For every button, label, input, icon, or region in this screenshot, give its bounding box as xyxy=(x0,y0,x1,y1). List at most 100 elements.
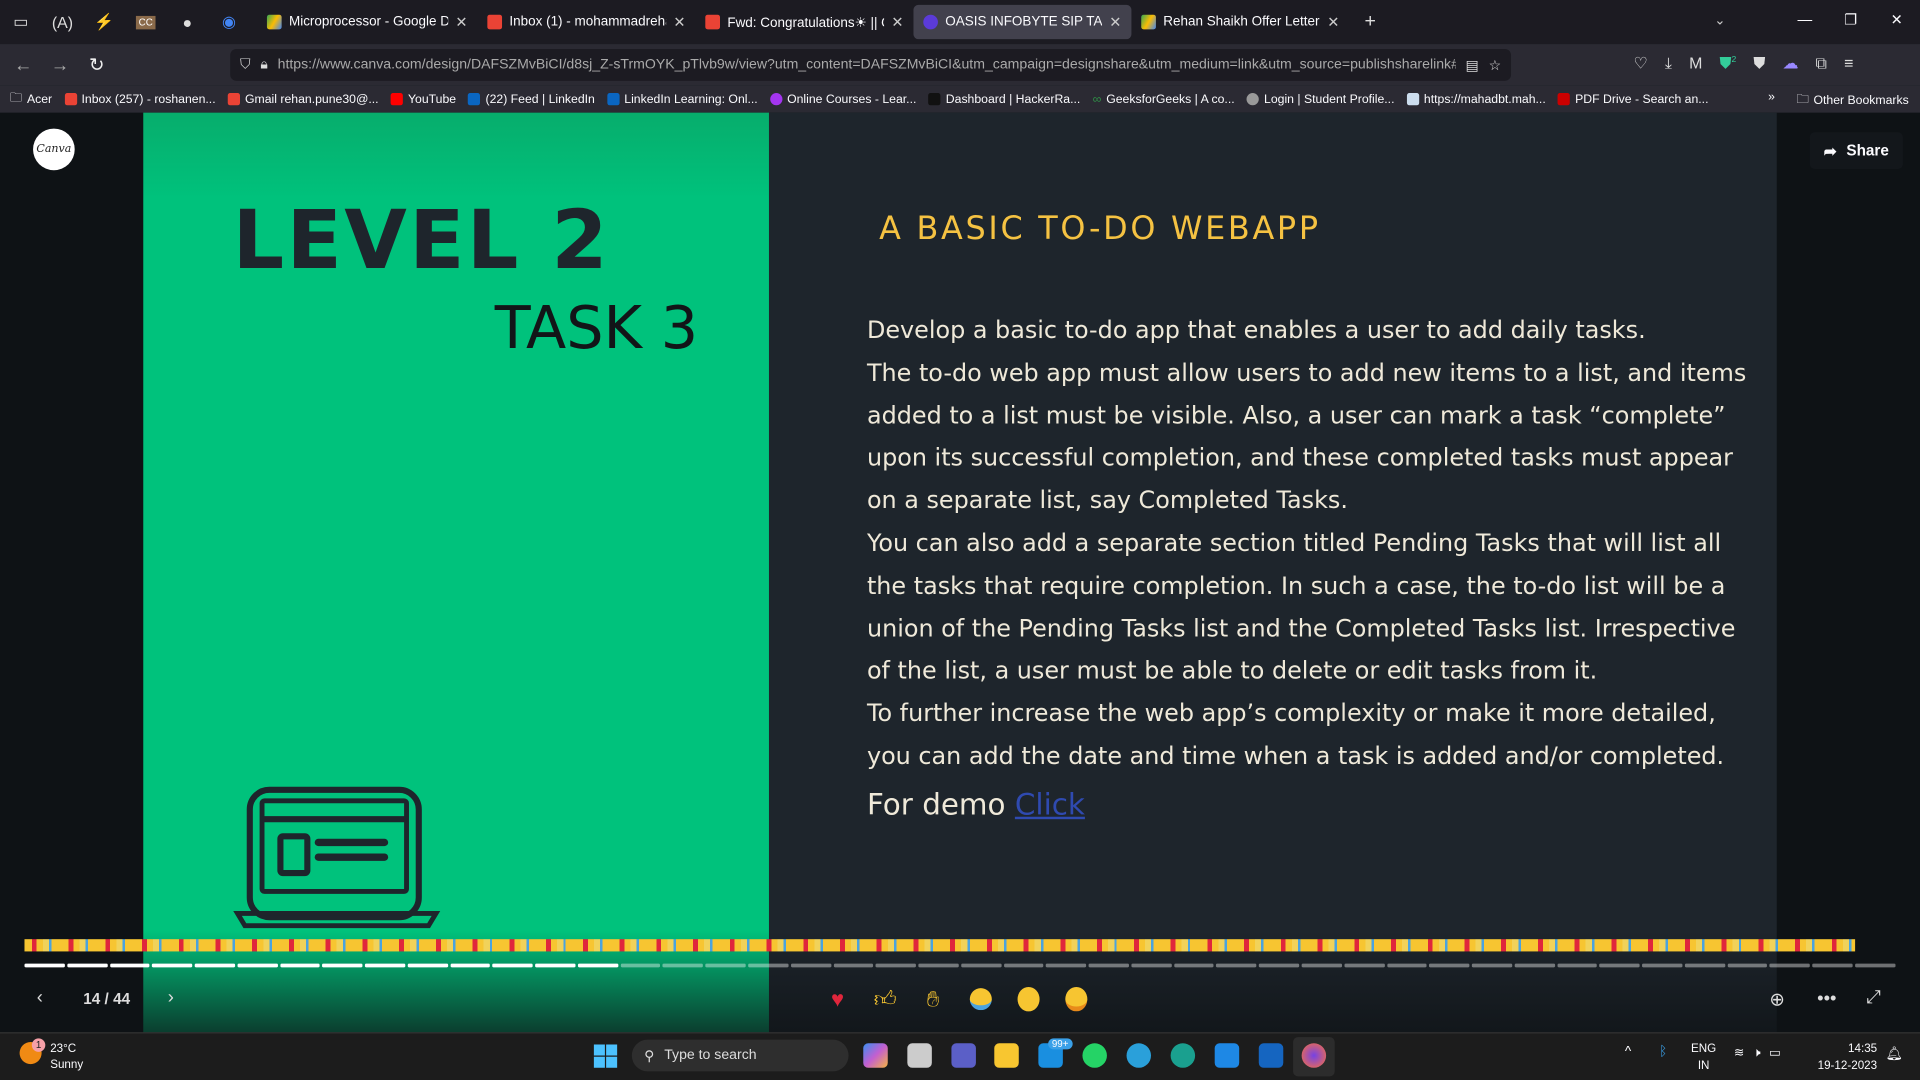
progress-segment[interactable] xyxy=(875,963,917,968)
progress-segment[interactable] xyxy=(492,963,533,968)
download-icon[interactable]: ⤓ xyxy=(1665,54,1672,74)
heart-reaction-icon[interactable]: ♥ xyxy=(823,983,852,1015)
tab-oasis[interactable]: OASIS INFOBYTE SIP TASK LIST✕ xyxy=(913,4,1132,40)
canva-logo[interactable]: Canva xyxy=(33,128,75,171)
progress-segment[interactable] xyxy=(620,963,661,968)
pinned-tab-cc[interactable]: CC xyxy=(125,0,167,44)
close-icon[interactable]: ✕ xyxy=(455,13,467,30)
bookmark-item[interactable]: Login | Student Profile... xyxy=(1246,92,1395,106)
reader-view-icon[interactable]: ▤ xyxy=(1465,56,1478,74)
progress-segment[interactable] xyxy=(1514,963,1555,968)
pinned-tab-2[interactable]: ⚡ xyxy=(83,0,125,44)
close-icon[interactable]: ✕ xyxy=(891,13,903,30)
pocket-icon[interactable]: ♡ xyxy=(1633,54,1647,74)
system-tray[interactable]: ≋ 🕨︎ ▭ xyxy=(1734,1047,1781,1060)
extension-ai-icon[interactable]: ☁ xyxy=(1782,54,1798,74)
task-view-icon[interactable] xyxy=(907,1043,932,1068)
pinned-tab-1[interactable]: (A) xyxy=(42,0,84,44)
close-icon[interactable]: ✕ xyxy=(673,13,685,30)
language-indicator[interactable]: ENG IN xyxy=(1691,1041,1716,1075)
progress-segment[interactable] xyxy=(322,963,363,968)
progress-segment[interactable] xyxy=(67,963,108,968)
more-options-icon[interactable]: ••• xyxy=(1817,988,1836,1009)
progress-segment[interactable] xyxy=(109,963,150,968)
file-explorer-icon[interactable] xyxy=(994,1043,1019,1068)
teams-icon[interactable] xyxy=(951,1043,976,1068)
defender-icon[interactable] xyxy=(1258,1043,1284,1068)
bookmark-star-icon[interactable]: ☆ xyxy=(1489,56,1502,74)
next-slide-button[interactable]: › xyxy=(168,987,174,1008)
progress-segment[interactable] xyxy=(24,963,65,968)
taskbar-search[interactable]: ⚲ Type to search xyxy=(631,1039,849,1072)
zoom-icon[interactable]: ⊕ xyxy=(1769,988,1784,1010)
more-bookmarks-icon[interactable]: » xyxy=(1768,91,1775,104)
weather-widget[interactable]: 23°C Sunny xyxy=(50,1041,83,1073)
progress-segment[interactable] xyxy=(961,963,1002,968)
progress-segment[interactable] xyxy=(1769,963,1810,968)
windows-start-icon[interactable] xyxy=(593,1044,618,1068)
progress-segment[interactable] xyxy=(1344,963,1385,968)
tab-list-icon[interactable]: ▭ xyxy=(0,0,42,44)
list-tabs-icon[interactable]: ⌄ xyxy=(1714,12,1725,28)
bookmark-item[interactable]: https://mahadbt.mah... xyxy=(1406,92,1546,106)
progress-segment[interactable] xyxy=(1684,963,1725,968)
minimize-button[interactable]: — xyxy=(1798,11,1813,28)
progress-segment[interactable] xyxy=(1812,963,1853,968)
progress-segment[interactable] xyxy=(237,963,278,968)
progress-segment[interactable] xyxy=(1259,963,1300,968)
restore-button[interactable]: ❐ xyxy=(1844,11,1857,28)
forward-button[interactable]: → xyxy=(42,54,79,75)
bookmark-item[interactable]: YouTube xyxy=(390,92,456,106)
notification-bell-icon[interactable]: 🔔︎ xyxy=(1886,1046,1903,1062)
progress-segment[interactable] xyxy=(1557,963,1598,968)
thinking-reaction-icon[interactable] xyxy=(1062,983,1091,1015)
bookmark-item[interactable]: Inbox (257) - roshanen... xyxy=(64,92,216,106)
back-button[interactable]: ← xyxy=(5,54,42,75)
progress-segment[interactable] xyxy=(1386,963,1427,968)
progress-segment[interactable] xyxy=(1131,963,1172,968)
url-bar[interactable]: ⛉ 🔒︎ https://www.canva.com/design/DAFSZM… xyxy=(230,48,1512,81)
extensions-puzzle-icon[interactable]: ⧉ xyxy=(1816,54,1827,74)
other-bookmarks[interactable]: 🗀 Other Bookmarks xyxy=(1796,91,1908,112)
github-icon[interactable]: ● xyxy=(167,0,209,44)
progress-segment[interactable] xyxy=(1173,963,1215,968)
bookmark-item[interactable]: Online Courses - Lear... xyxy=(769,92,916,106)
progress-segment[interactable] xyxy=(1642,963,1683,968)
progress-segment[interactable] xyxy=(535,963,576,968)
surprised-reaction-icon[interactable] xyxy=(1014,983,1043,1015)
tab-fwd[interactable]: Fwd: Congratulations☀ || Offer✕ xyxy=(696,5,914,39)
progress-segment[interactable] xyxy=(152,963,193,968)
progress-segment[interactable] xyxy=(365,963,406,968)
fullscreen-icon[interactable]: ⤢ xyxy=(1866,987,1881,1008)
tab-inbox[interactable]: Inbox (1) - mohammadrehansh✕ xyxy=(478,5,696,39)
bookmark-item[interactable]: (22) Feed | LinkedIn xyxy=(468,92,595,106)
progress-segment[interactable] xyxy=(450,963,491,968)
reload-button[interactable]: ↻ xyxy=(78,54,115,76)
clap-reaction-icon[interactable]: ✋︎ xyxy=(918,983,947,1015)
account-icon[interactable]: M xyxy=(1689,54,1702,74)
menu-icon[interactable]: ≡ xyxy=(1844,54,1853,74)
bookmark-item[interactable]: LinkedIn Learning: Onl... xyxy=(607,92,758,106)
progress-segment[interactable] xyxy=(1429,963,1470,968)
thumbs-up-reaction-icon[interactable]: 👍︎ xyxy=(871,983,900,1015)
progress-segment[interactable] xyxy=(577,963,619,968)
close-icon[interactable]: ✕ xyxy=(1109,13,1121,30)
progress-segment[interactable] xyxy=(1599,963,1640,968)
tab-google-drive[interactable]: Microprocessor - Google Drive✕ xyxy=(257,5,477,39)
slide-progress-bar[interactable] xyxy=(24,963,1896,968)
progress-segment[interactable] xyxy=(1855,963,1896,968)
pinned-tab-5[interactable]: ◉ xyxy=(208,0,250,44)
laugh-reaction-icon[interactable] xyxy=(966,983,995,1015)
progress-segment[interactable] xyxy=(663,963,704,968)
new-tab-button[interactable]: + xyxy=(1349,0,1391,44)
progress-segment[interactable] xyxy=(833,963,874,968)
bookmark-item[interactable]: PDF Drive - Search an... xyxy=(1557,92,1708,106)
progress-segment[interactable] xyxy=(1301,963,1342,968)
edge-icon[interactable] xyxy=(1170,1043,1196,1068)
extension-icon[interactable]: ⛊ xyxy=(1753,54,1765,74)
telegram-icon[interactable] xyxy=(1126,1043,1152,1068)
progress-segment[interactable] xyxy=(279,963,321,968)
bookmark-item[interactable]: 🗀 Acer xyxy=(10,89,52,110)
progress-segment[interactable] xyxy=(705,963,746,968)
bluetooth-icon[interactable]: ᛒ xyxy=(1659,1044,1667,1059)
